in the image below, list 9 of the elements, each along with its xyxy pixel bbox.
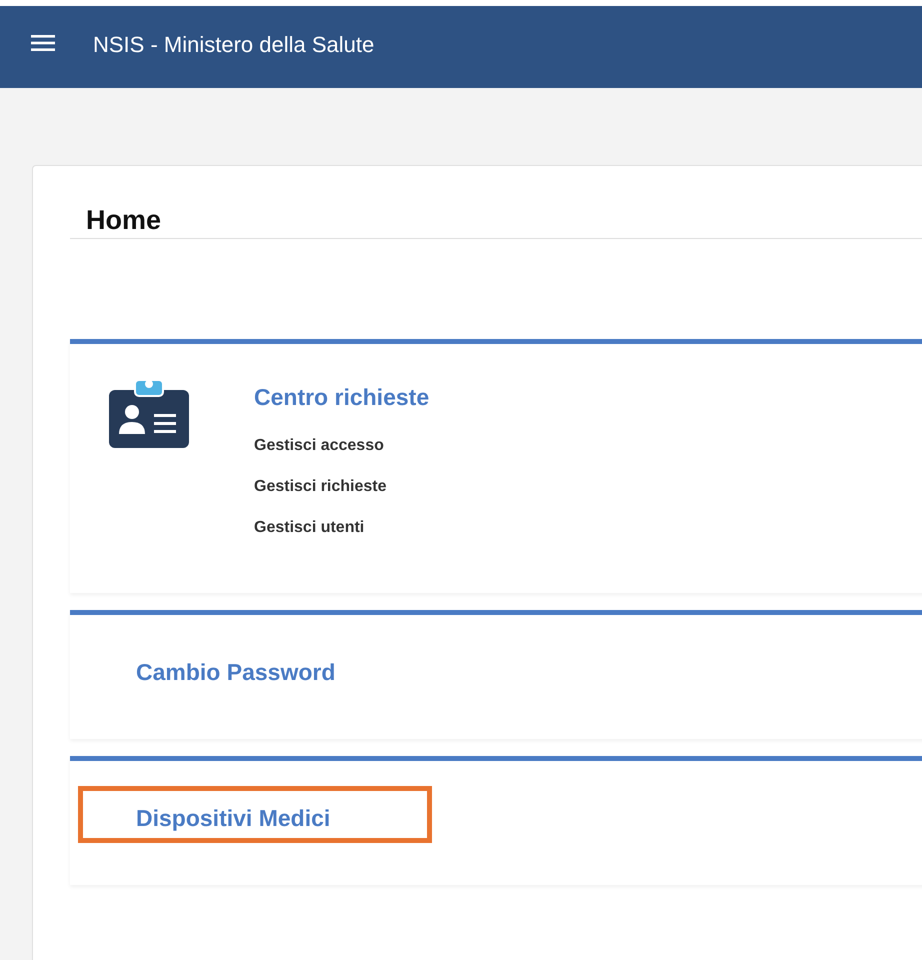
tile-link[interactable]: Gestisci richieste: [254, 475, 434, 498]
app-title: NSIS - Ministero della Salute: [93, 32, 374, 58]
tile-title-link[interactable]: Cambio Password: [78, 640, 432, 697]
page-title: Home: [86, 204, 162, 237]
tile-link[interactable]: Gestisci utenti: [254, 516, 434, 539]
menu-icon[interactable]: [31, 34, 55, 52]
tile-link[interactable]: Gestisci accesso: [254, 434, 434, 457]
tile-title-link[interactable]: Centro richieste: [249, 379, 434, 416]
tile-title-link[interactable]: Dispositivi Medici: [78, 786, 432, 843]
